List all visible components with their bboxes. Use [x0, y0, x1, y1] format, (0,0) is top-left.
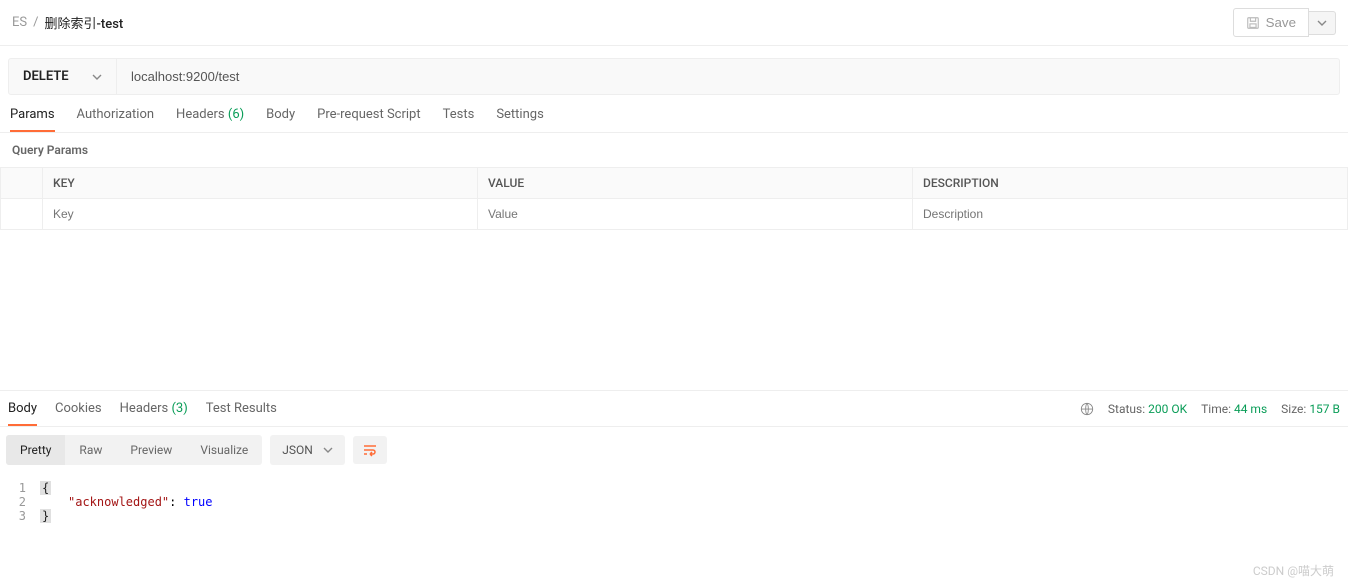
- wrap-icon: [362, 443, 378, 457]
- size-block[interactable]: Size: 157 B: [1281, 402, 1340, 416]
- format-select[interactable]: JSON: [270, 435, 345, 465]
- watermark: CSDN @喵大萌: [1253, 562, 1334, 579]
- line-number: 2: [0, 495, 40, 509]
- wrap-lines-button[interactable]: [353, 436, 387, 464]
- breadcrumb-workspace[interactable]: ES: [12, 15, 27, 30]
- resp-tab-headers-count: (3): [171, 401, 187, 416]
- save-label: Save: [1266, 15, 1296, 30]
- tab-prerequest[interactable]: Pre-request Script: [317, 107, 420, 132]
- resp-tab-cookies[interactable]: Cookies: [55, 401, 102, 426]
- col-key: KEY: [43, 168, 478, 199]
- key-input[interactable]: [53, 207, 467, 221]
- code-line: 1 {: [0, 481, 1348, 495]
- time-block[interactable]: Time: 44 ms: [1201, 402, 1267, 416]
- tab-settings[interactable]: Settings: [496, 107, 543, 132]
- col-description: DESCRIPTION: [913, 168, 1348, 199]
- size-value: 157 B: [1309, 402, 1340, 416]
- view-mode-group: Pretty Raw Preview Visualize: [6, 435, 262, 465]
- resp-tab-body[interactable]: Body: [8, 401, 37, 426]
- line-number: 3: [0, 509, 40, 523]
- query-params-title: Query Params: [0, 133, 1348, 167]
- chevron-down-icon: [323, 445, 333, 455]
- response-body[interactable]: 1 { 2 "acknowledged": true 3 }: [0, 473, 1348, 531]
- tab-authorization[interactable]: Authorization: [77, 107, 155, 132]
- description-input[interactable]: [923, 207, 1337, 221]
- request-tabs: Params Authorization Headers (6) Body Pr…: [0, 95, 1348, 133]
- time-value: 44 ms: [1234, 402, 1267, 416]
- response-tabs: Body Cookies Headers (3) Test Results: [0, 391, 285, 426]
- resp-tab-headers-label: Headers: [120, 401, 169, 416]
- breadcrumb: ES / 删除索引-test: [12, 13, 123, 32]
- breadcrumb-title[interactable]: 删除索引-test: [44, 13, 123, 32]
- tab-params[interactable]: Params: [10, 107, 55, 132]
- save-dropdown-button[interactable]: [1309, 11, 1336, 35]
- tab-headers-count: (6): [228, 107, 244, 122]
- cell-check[interactable]: [1, 199, 43, 230]
- tab-tests[interactable]: Tests: [443, 107, 475, 132]
- value-input[interactable]: [488, 207, 902, 221]
- chevron-down-icon: [1317, 18, 1327, 28]
- response-meta: Status: 200 OK Time: 44 ms Size: 157 B: [1080, 402, 1348, 416]
- status-value: 200 OK: [1148, 402, 1187, 416]
- code-line: 2 "acknowledged": true: [0, 495, 1348, 509]
- chevron-down-icon: [92, 72, 102, 82]
- col-check: [1, 168, 43, 199]
- resp-tab-test-results[interactable]: Test Results: [206, 401, 277, 426]
- time-label: Time:: [1201, 402, 1231, 416]
- view-preview[interactable]: Preview: [116, 435, 186, 465]
- method-label: DELETE: [23, 69, 69, 84]
- tab-headers-label: Headers: [176, 107, 225, 122]
- save-icon: [1246, 16, 1260, 30]
- line-number: 1: [0, 481, 40, 495]
- view-pretty[interactable]: Pretty: [6, 435, 65, 465]
- tab-body[interactable]: Body: [266, 107, 295, 132]
- tab-headers[interactable]: Headers (6): [176, 107, 244, 132]
- url-input[interactable]: [117, 59, 1339, 94]
- params-table: KEY VALUE DESCRIPTION: [0, 167, 1348, 230]
- size-label: Size:: [1281, 402, 1306, 416]
- request-bar: DELETE: [8, 58, 1340, 95]
- code-line: 3 }: [0, 509, 1348, 523]
- resp-tab-headers[interactable]: Headers (3): [120, 401, 188, 426]
- format-label: JSON: [282, 443, 313, 457]
- save-button[interactable]: Save: [1233, 8, 1309, 37]
- globe-icon[interactable]: [1080, 402, 1094, 416]
- breadcrumb-separator: /: [33, 15, 38, 30]
- status-block[interactable]: Status: 200 OK: [1108, 402, 1187, 416]
- table-row: [1, 199, 1348, 230]
- method-select[interactable]: DELETE: [9, 59, 117, 94]
- response-toolbar: Pretty Raw Preview Visualize JSON: [0, 426, 1348, 473]
- view-visualize[interactable]: Visualize: [186, 435, 262, 465]
- status-label: Status:: [1108, 402, 1145, 416]
- col-value: VALUE: [478, 168, 913, 199]
- view-raw[interactable]: Raw: [65, 435, 116, 465]
